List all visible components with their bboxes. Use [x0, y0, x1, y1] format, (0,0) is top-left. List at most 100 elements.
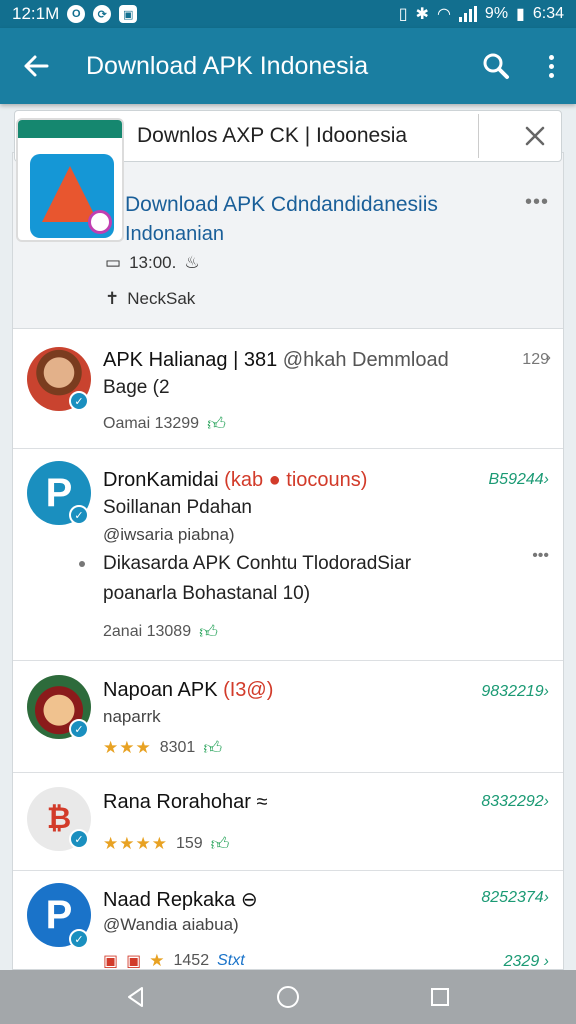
- row-title-text: APK Halianag | 381: [103, 349, 278, 371]
- logo-image: [30, 154, 114, 238]
- row-meta: ★★★★ 159 👍︎: [103, 833, 229, 855]
- featured-app-logo[interactable]: [16, 118, 124, 242]
- back-triangle-icon: [128, 987, 143, 1007]
- fire-icon: ♨: [184, 253, 200, 272]
- navigation-bar: [0, 970, 576, 1024]
- logo-badge-icon: [88, 210, 112, 234]
- row-line: Soillanan Pdahan: [103, 497, 252, 518]
- row-value[interactable]: B59244›: [489, 471, 550, 489]
- thumbs-up-icon[interactable]: 👍︎: [211, 833, 230, 855]
- status-bar: 12:1M O ⟳ ▣ ▯ ✱ ◠ 9% ▮ 6:34: [0, 0, 576, 28]
- overflow-menu-button[interactable]: [526, 28, 576, 104]
- dot-icon: [548, 63, 554, 69]
- search-button[interactable]: [466, 28, 526, 104]
- nav-recents-button[interactable]: [415, 972, 465, 1022]
- featured-title[interactable]: Download APK Cdndandidanesiis: [125, 193, 438, 217]
- row-title-text: DronKamidai: [103, 469, 219, 491]
- status-time: 12:1M: [12, 4, 60, 23]
- app-bar: Download APK Indonesia: [0, 28, 576, 104]
- list-item[interactable]: ₿ ✓ Rana Rorahohar ≈ ★★★★ 159 👍︎ 8332292…: [13, 773, 563, 871]
- featured-meta: ▭ 13:00. ♨: [105, 253, 200, 273]
- logo-banner: [18, 120, 122, 138]
- wifi-icon: ◠: [436, 6, 451, 23]
- battery-icon: ▮: [516, 6, 525, 23]
- row-meta-text: Oamai 13299: [103, 415, 200, 432]
- row-title-text: Naad Repkaka: [103, 889, 236, 911]
- row-value[interactable]: 2329 ›: [504, 953, 549, 969]
- row-line: Bage (2: [103, 377, 170, 398]
- signal-icon: [458, 6, 477, 22]
- list-item[interactable]: P ✓ Naad Repkaka ⊖ @Wandia aiabua) ▣ ▣ ★…: [13, 871, 563, 970]
- star-rating: ★★★★: [103, 834, 168, 853]
- app-icon-small: ▣: [126, 953, 142, 970]
- list-item[interactable]: ✓ Napoan APK (I3@) naparrk ★★★ 8301 👍︎ 9…: [13, 661, 563, 773]
- row-title-extra: (I3@): [223, 679, 274, 701]
- row-line: @iwsaria piabna): [103, 525, 235, 544]
- bullet: [79, 561, 85, 567]
- row-title-extra: ⊖: [240, 889, 258, 911]
- verified-icon: ✓: [69, 391, 89, 411]
- row-value[interactable]: 8252374›: [481, 889, 549, 907]
- row-meta-text: 1452: [173, 952, 210, 969]
- list-item[interactable]: P ✓ DronKamidai (kab ● tiocouns) Soillan…: [13, 449, 563, 661]
- nav-home-button[interactable]: [263, 972, 313, 1022]
- more-button[interactable]: •••: [532, 547, 549, 565]
- clear-button[interactable]: [509, 111, 561, 161]
- app-title: Download APK Indonesia: [86, 51, 369, 80]
- row-value[interactable]: 8332292›: [481, 793, 549, 811]
- verified-icon: ✓: [69, 719, 89, 739]
- list-item[interactable]: ✓ APK Halianag | 381 @hkah Demmload Bage…: [13, 329, 563, 449]
- verified-icon: ✓: [69, 829, 89, 849]
- row-title[interactable]: DronKamidai (kab ● tiocouns): [103, 469, 367, 492]
- featured-more-button[interactable]: •••: [525, 191, 549, 214]
- bluetooth-icon: ✱: [415, 6, 429, 23]
- pin-icon: ✝: [105, 289, 120, 308]
- back-button[interactable]: [0, 28, 72, 104]
- chevron-right-icon[interactable]: ›: [546, 349, 551, 367]
- star-rating: ★: [149, 951, 166, 970]
- dot-icon: [548, 54, 554, 60]
- featured-subtitle: Indonanian: [125, 223, 224, 245]
- row-line: @Wandia aiabua): [103, 915, 239, 934]
- verified-icon: ✓: [69, 929, 89, 949]
- row-bullet-line: poanarla Bohastanal 10): [103, 583, 311, 604]
- dot-icon: [548, 72, 554, 78]
- row-title-text: Rana Rorahohar: [103, 791, 251, 813]
- row-title-extra: @hkah Demmload: [282, 349, 449, 371]
- row-meta-text: 2anai 13089: [103, 623, 192, 640]
- row-meta: ▣ ▣ ★ 1452 Stxt: [103, 951, 245, 970]
- close-icon: [525, 126, 545, 146]
- thumbs-up-icon[interactable]: 👍︎: [203, 737, 222, 759]
- row-value[interactable]: 9832219›: [481, 683, 549, 701]
- image-icon: ▣: [119, 5, 138, 23]
- home-circle-icon: [277, 986, 299, 1008]
- thumbs-up-icon[interactable]: 👍︎: [207, 413, 226, 435]
- sync-icon: ⟳: [93, 5, 112, 23]
- vibrate-icon: ▯: [398, 6, 408, 23]
- divider: [478, 114, 479, 158]
- row-line: naparrk: [103, 707, 161, 726]
- row-title[interactable]: Naad Repkaka ⊖: [103, 887, 258, 912]
- row-title-extra: (kab ● tiocouns): [224, 469, 368, 491]
- row-meta-extra: Stxt: [217, 952, 245, 969]
- status-left: 12:1M O ⟳ ▣: [12, 4, 138, 24]
- row-title[interactable]: Napoan APK (I3@): [103, 679, 273, 702]
- back-arrow-icon: [24, 55, 49, 77]
- verified-icon: ✓: [69, 505, 89, 525]
- row-title[interactable]: Rana Rorahohar ≈: [103, 791, 267, 814]
- row-bullet-line: Dikasarda APK Conhtu TlodoradSiar: [103, 553, 412, 574]
- status-right: ▯ ✱ ◠ 9% ▮ 6:34: [399, 4, 564, 24]
- battery-text: 9%: [484, 5, 509, 22]
- featured-tag: ✝ NeckSak: [105, 289, 195, 309]
- featured-meta-text: 13:00.: [129, 253, 177, 272]
- search-icon: [483, 53, 509, 79]
- row-title-extra: ≈: [256, 791, 268, 813]
- row-meta: ★★★ 8301 👍︎: [103, 737, 222, 759]
- star-rating: ★★★: [103, 738, 152, 757]
- row-title[interactable]: APK Halianag | 381 @hkah Demmload: [103, 349, 449, 372]
- featured-tag-text: NeckSak: [127, 289, 196, 308]
- row-meta: 2anai 13089 👍︎: [103, 621, 218, 643]
- nav-back-button[interactable]: [111, 972, 161, 1022]
- results-list[interactable]: Download APK Cdndandidanesiis Indonanian…: [12, 152, 564, 970]
- thumbs-up-icon[interactable]: 👍︎: [199, 621, 218, 643]
